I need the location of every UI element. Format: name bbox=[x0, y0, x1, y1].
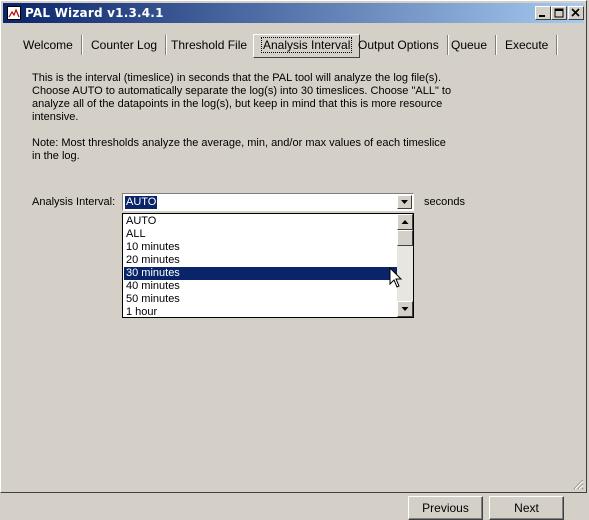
arrow-up-icon bbox=[401, 220, 409, 224]
tab-analysis-interval[interactable]: Analysis Interval bbox=[253, 34, 361, 58]
tab-page: This is the interval (timeslice) in seco… bbox=[9, 58, 577, 520]
arrow-down-icon bbox=[401, 307, 409, 311]
tab-output-options[interactable]: Output Options bbox=[350, 35, 449, 57]
minimize-button[interactable] bbox=[535, 6, 551, 20]
tab-label: Queue bbox=[451, 38, 488, 52]
note-text: Note: Most thresholds analyze the averag… bbox=[32, 137, 446, 162]
tab-threshold-file[interactable]: Threshold File bbox=[163, 35, 258, 57]
scroll-thumb[interactable] bbox=[397, 230, 413, 246]
tab-label: Welcome bbox=[23, 38, 73, 52]
dropdown-button[interactable] bbox=[397, 195, 412, 209]
list-item[interactable]: 50 minutes bbox=[124, 293, 399, 306]
wizard-window: PAL Wizard v1.3.4.1 Welcome Counter Log … bbox=[0, 0, 587, 520]
tab-welcome[interactable]: Welcome bbox=[15, 35, 83, 57]
scroll-down-button[interactable] bbox=[397, 301, 413, 317]
tab-label: Counter Log bbox=[91, 38, 158, 52]
interval-dropdown-list[interactable]: AUTO ALL 10 minutes 20 minutes 30 minute… bbox=[122, 213, 414, 318]
tab-strip: Welcome Counter Log Threshold File Analy… bbox=[9, 31, 579, 58]
close-icon bbox=[571, 8, 580, 17]
list-item[interactable]: AUTO bbox=[124, 215, 399, 228]
list-item[interactable]: 10 minutes bbox=[124, 241, 399, 254]
scroll-up-button[interactable] bbox=[397, 214, 413, 230]
tab-label: Threshold File bbox=[171, 38, 248, 52]
maximize-icon bbox=[554, 8, 564, 18]
list-item[interactable]: ALL bbox=[124, 228, 399, 241]
list-item[interactable]: 20 minutes bbox=[124, 254, 399, 267]
list-item[interactable]: 1 hour bbox=[124, 306, 399, 317]
tab-counter-log[interactable]: Counter Log bbox=[83, 35, 168, 57]
interval-value: AUTO bbox=[125, 196, 158, 209]
size-grip-icon[interactable] bbox=[572, 478, 584, 490]
unit-label: seconds bbox=[424, 196, 465, 208]
next-button[interactable]: Next bbox=[489, 496, 564, 520]
app-icon[interactable] bbox=[7, 6, 21, 20]
close-button[interactable] bbox=[568, 6, 584, 20]
window-title: PAL Wizard v1.3.4.1 bbox=[25, 6, 164, 20]
minimize-icon bbox=[539, 15, 545, 17]
tab-execute[interactable]: Execute bbox=[497, 35, 559, 57]
description-text: This is the interval (timeslice) in seco… bbox=[32, 72, 452, 123]
list-item[interactable]: 40 minutes bbox=[124, 280, 399, 293]
interval-label: Analysis Interval: bbox=[32, 196, 116, 208]
interval-combobox[interactable]: AUTO bbox=[122, 193, 414, 211]
tab-label: Analysis Interval bbox=[260, 37, 353, 53]
list-scrollbar[interactable] bbox=[397, 214, 413, 317]
chevron-down-icon bbox=[401, 200, 408, 204]
tab-label: Execute bbox=[505, 38, 549, 52]
maximize-button[interactable] bbox=[551, 6, 567, 20]
tab-label: Output Options bbox=[358, 38, 439, 52]
title-bar[interactable]: PAL Wizard v1.3.4.1 bbox=[3, 3, 584, 23]
tab-queue[interactable]: Queue bbox=[443, 35, 498, 57]
mouse-pointer-icon bbox=[389, 267, 403, 288]
list-item-selected[interactable]: 30 minutes bbox=[124, 267, 399, 280]
previous-button[interactable]: Previous bbox=[408, 496, 483, 520]
